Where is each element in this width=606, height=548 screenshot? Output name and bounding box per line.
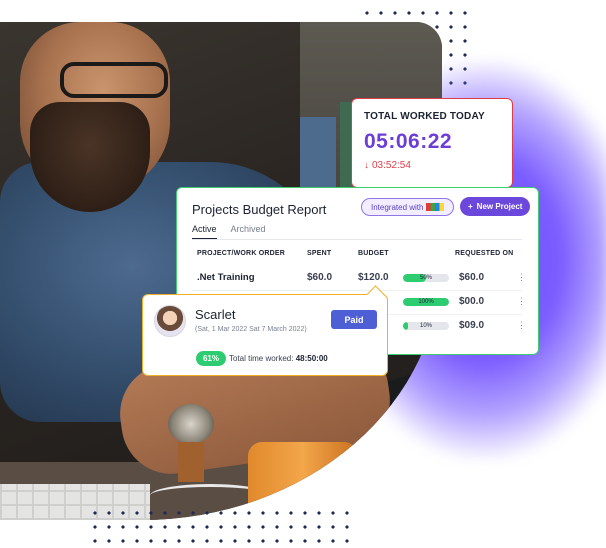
employee-date-range: (Sat, 1 Mar 2022 Sat 7 March 2022) (195, 326, 307, 333)
row-progress-label: 100% (418, 299, 434, 305)
more-options-icon[interactable]: ⋮ (517, 272, 526, 283)
photo-glasses (60, 62, 168, 98)
report-title: Projects Budget Report (192, 202, 327, 217)
integrated-with-button[interactable]: Integrated with (361, 198, 455, 216)
row-requested: $09.0 (459, 320, 485, 331)
row-requested: $60.0 (459, 272, 485, 283)
total-worked-time: 05:06:22 (364, 130, 453, 153)
total-worked-delta-value: 03:52:54 (372, 160, 411, 171)
row-progress-bar: 50% (403, 274, 449, 282)
integrated-label: Integrated with (371, 202, 424, 212)
report-tabs: Active Archived (192, 224, 266, 239)
more-options-icon[interactable]: ⋮ (517, 320, 526, 331)
tab-active[interactable]: Active (192, 224, 217, 239)
tab-archived[interactable]: Archived (231, 224, 266, 239)
total-worked-delta: ↓ 03:52:54 (364, 160, 500, 171)
percent-badge: 61% (196, 351, 226, 366)
dot-grid-decoration (88, 506, 356, 546)
row-spent: $60.0 (307, 272, 333, 283)
row-divider (192, 290, 522, 291)
more-options-icon[interactable]: ⋮ (517, 296, 526, 307)
column-header-requested: REQUESTED ON (455, 250, 514, 257)
plus-icon: + (468, 202, 473, 211)
total-worked-label: TOTAL WORKED TODAY (364, 111, 485, 122)
row-project-name[interactable]: .Net Training (197, 272, 257, 284)
zoho-logo-icon (426, 203, 445, 211)
row-budget: $120.0 (358, 272, 389, 283)
total-time-value: 48:50:00 (295, 354, 328, 363)
row-progress-bar: 10% (403, 322, 449, 330)
column-header-project: PROJECT/WORK ORDER (197, 250, 285, 257)
employee-name: Scarlet (195, 307, 236, 322)
avatar (154, 305, 186, 337)
total-time-label: Total time worked: (229, 354, 294, 363)
total-worked-card: TOTAL WORKED TODAY 05:06:22 ↓ 03:52:54 (351, 98, 513, 188)
column-header-spent: SPENT (307, 250, 332, 257)
row-progress-bar: 100% (403, 298, 449, 306)
photo-watch-strap (178, 442, 204, 482)
row-progress-label: 50% (419, 275, 432, 281)
column-header-budget: BUDGET (358, 250, 389, 257)
arrow-down-icon: ↓ (364, 160, 369, 171)
row-requested: $00.0 (459, 296, 485, 307)
new-project-label: New Project (476, 202, 523, 211)
new-project-button[interactable]: + New Project (460, 197, 531, 216)
employee-popup: Scarlet (Sat, 1 Mar 2022 Sat 7 March 202… (142, 285, 388, 376)
tab-divider (192, 239, 522, 240)
photo-watch (168, 404, 214, 444)
total-time-worked: Total time worked: 48:50:00 (229, 354, 328, 363)
paid-button[interactable]: Paid (331, 310, 377, 329)
row-progress-label: 10% (419, 323, 432, 329)
